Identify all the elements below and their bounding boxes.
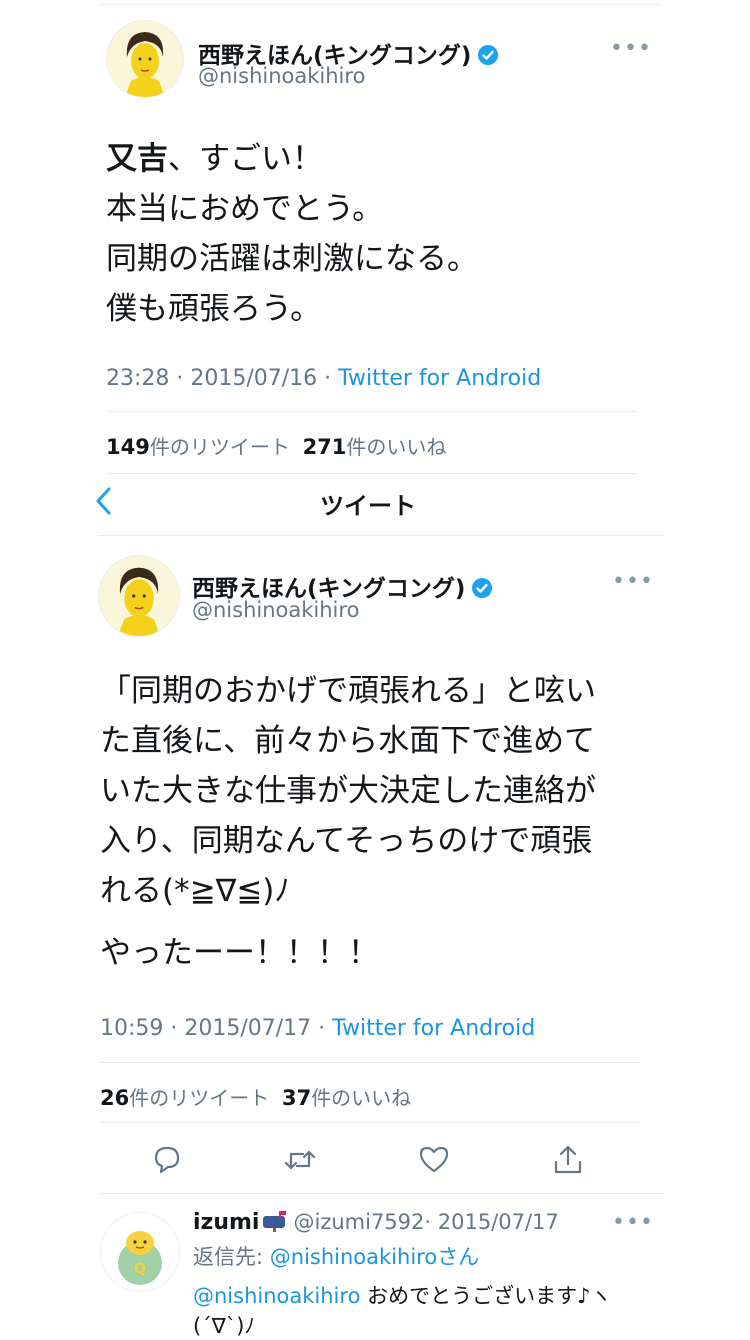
top-divider: [98, 4, 662, 5]
tweet-body-bold: 又吉: [106, 141, 168, 177]
share-icon: [554, 1145, 582, 1174]
reply-body: @nishinoakihiro おめでとうございます♪ヽ: [193, 1280, 612, 1310]
like-count-link[interactable]: 37件のいいね: [282, 1086, 411, 1110]
tweet-body: 「同期のおかげで頑張れる」と呟い た直後に、前々から水面下で進めて いた大きな仕…: [100, 673, 596, 909]
author-handle[interactable]: @nishinoakihiro: [198, 64, 365, 88]
mailbox-icon: [261, 1210, 289, 1237]
like-count: 37: [281, 1086, 312, 1110]
avatar[interactable]: [98, 555, 180, 637]
retweet-count-link[interactable]: 26件のリツイート: [100, 1086, 269, 1110]
svg-text:Q: Q: [134, 1261, 146, 1277]
reply-date: · 2015/07/17: [424, 1210, 559, 1234]
nav-title: ツイート: [320, 492, 416, 520]
avatar[interactable]: Q: [100, 1212, 180, 1292]
retweet-count: 26: [100, 1086, 130, 1110]
nav-divider: [98, 535, 664, 536]
tweet-body-line: やったーー！！！！: [100, 935, 379, 971]
retweet-icon: [284, 1150, 316, 1170]
tweet-stats: 26件のリツイート 37件のいいね: [100, 1082, 411, 1111]
reply-author-name[interactable]: izumi: [193, 1210, 259, 1235]
more-options-icon[interactable]: •••: [612, 1210, 654, 1235]
divider: [106, 473, 636, 474]
divider: [100, 1062, 640, 1063]
reply-to: 返信先: @nishinoakihiroさん: [193, 1241, 479, 1271]
timestamp-text: 23:28 · 2015/07/16 ·: [106, 366, 339, 391]
tweet-timestamp: 10:59 · 2015/07/17 · Twitter for Android: [100, 1016, 535, 1041]
author-handle[interactable]: @nishinoakihiro: [192, 598, 359, 622]
source-link[interactable]: Twitter for Android: [332, 1016, 535, 1041]
divider: [106, 411, 636, 412]
reply-text: おめでとうございます♪ヽ: [360, 1284, 612, 1308]
like-button[interactable]: [417, 1143, 451, 1177]
retweet-label: 件のリツイート: [149, 435, 290, 459]
reply-mention[interactable]: @nishinoakihiro: [193, 1284, 360, 1308]
tweet-stats: 149件のリツイート 271件のいいね: [106, 431, 446, 460]
like-count: 271: [302, 435, 347, 459]
share-button[interactable]: [551, 1143, 585, 1177]
more-options-icon[interactable]: •••: [610, 36, 652, 61]
reply-to-handle[interactable]: @nishinoakihiro: [270, 1245, 437, 1269]
like-label: 件のいいね: [311, 1086, 412, 1110]
retweet-count-link[interactable]: 149件のリツイート: [106, 435, 290, 459]
verified-badge-icon: [471, 577, 493, 605]
like-label: 件のいいね: [346, 435, 447, 459]
retweet-count: 149: [106, 435, 150, 459]
divider: [100, 1122, 640, 1123]
retweet-button[interactable]: [283, 1143, 317, 1177]
source-link[interactable]: Twitter for Android: [338, 366, 541, 391]
heart-icon: [419, 1146, 449, 1173]
like-count-link[interactable]: 271件のいいね: [303, 435, 447, 459]
reply-icon: [154, 1146, 180, 1174]
reply-author-handle[interactable]: @izumi7592: [293, 1210, 424, 1234]
tweet-timestamp: 23:28 · 2015/07/16 · Twitter for Android: [106, 366, 541, 391]
reply-body-line: (´∇`)ﾉ: [193, 1314, 255, 1338]
timestamp-text: 10:59 · 2015/07/17 ·: [100, 1016, 333, 1041]
reply-to-suffix: さん: [437, 1245, 480, 1269]
more-options-icon[interactable]: •••: [612, 569, 654, 594]
retweet-label: 件のリツイート: [129, 1086, 270, 1110]
tweet-body: 又吉、すごい！ 本当におめでとう。 同期の活躍は刺激になる。 僕も頑張ろう。: [106, 134, 666, 334]
back-button[interactable]: [92, 484, 122, 518]
reply-button[interactable]: [150, 1143, 184, 1177]
avatar[interactable]: [106, 20, 184, 98]
chevron-left-icon: [96, 487, 111, 515]
reply-header: izumi @izumi7592· 2015/07/17: [193, 1210, 559, 1237]
reply-to-label: 返信先:: [193, 1245, 270, 1269]
verified-badge-icon: [477, 44, 499, 72]
divider: [98, 1193, 664, 1194]
